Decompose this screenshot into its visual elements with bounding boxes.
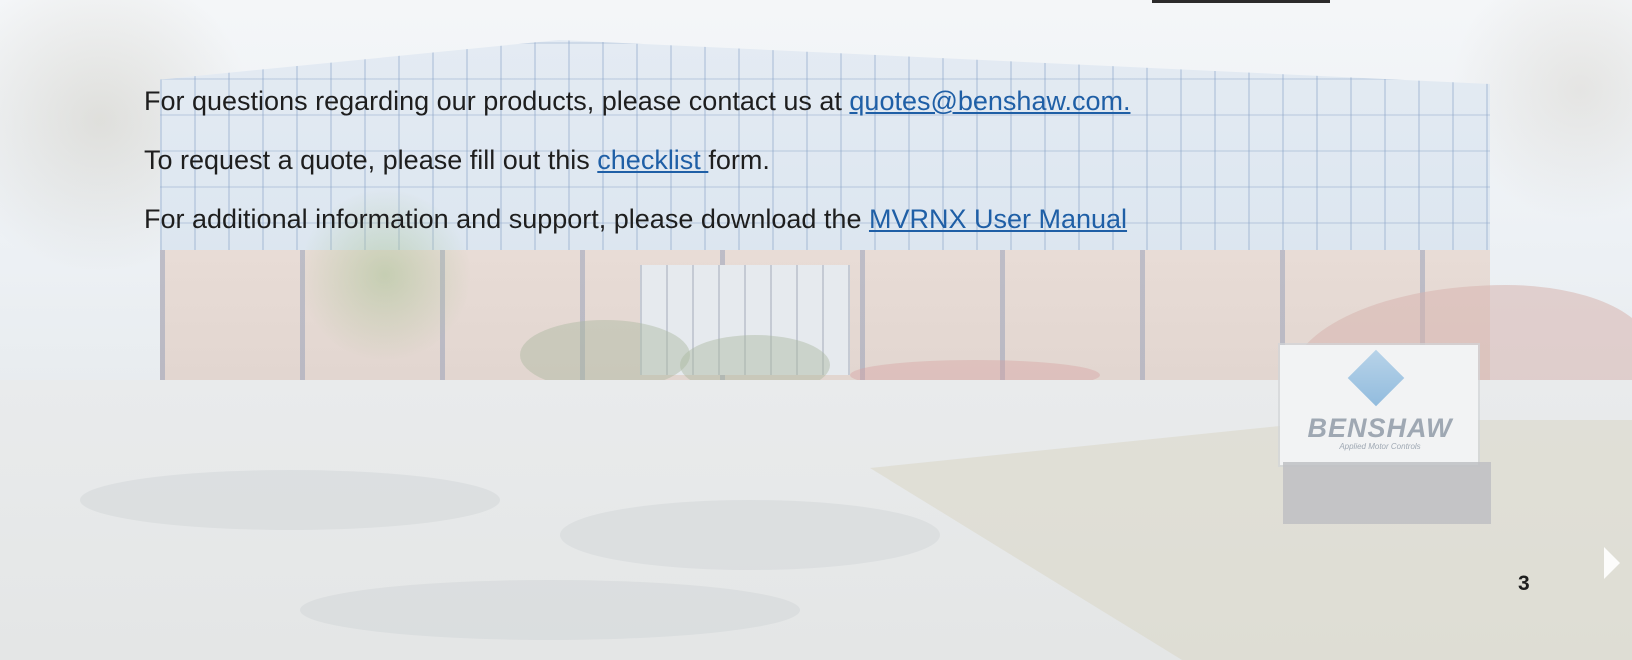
user-manual-link[interactable]: MVRNX User Manual: [869, 204, 1127, 234]
sign-base: [1283, 462, 1491, 524]
sign-tagline: Applied Motor Controls: [1339, 442, 1421, 451]
top-divider: [1152, 0, 1330, 3]
support-line: For additional information and support, …: [144, 202, 1130, 236]
quote-text: To request a quote, please fill out this: [144, 145, 598, 175]
page-number: 3: [1518, 572, 1530, 595]
support-text: For additional information and support, …: [144, 204, 869, 234]
email-link[interactable]: quotes@benshaw.com.: [849, 86, 1130, 116]
tree-shadow: [80, 470, 500, 530]
contact-line: For questions regarding our products, pl…: [144, 84, 1130, 118]
tree-shadow: [560, 500, 940, 570]
quote-suffix: form.: [708, 145, 770, 175]
contact-text: For questions regarding our products, pl…: [144, 86, 850, 116]
quote-line: To request a quote, please fill out this…: [144, 143, 1130, 177]
checklist-link[interactable]: checklist: [597, 145, 708, 175]
tree-shadow: [300, 580, 800, 640]
next-arrow-icon[interactable]: [1604, 547, 1620, 579]
contact-info: For questions regarding our products, pl…: [144, 84, 1130, 236]
sign-brand-text: BENSHAW: [1307, 413, 1453, 443]
